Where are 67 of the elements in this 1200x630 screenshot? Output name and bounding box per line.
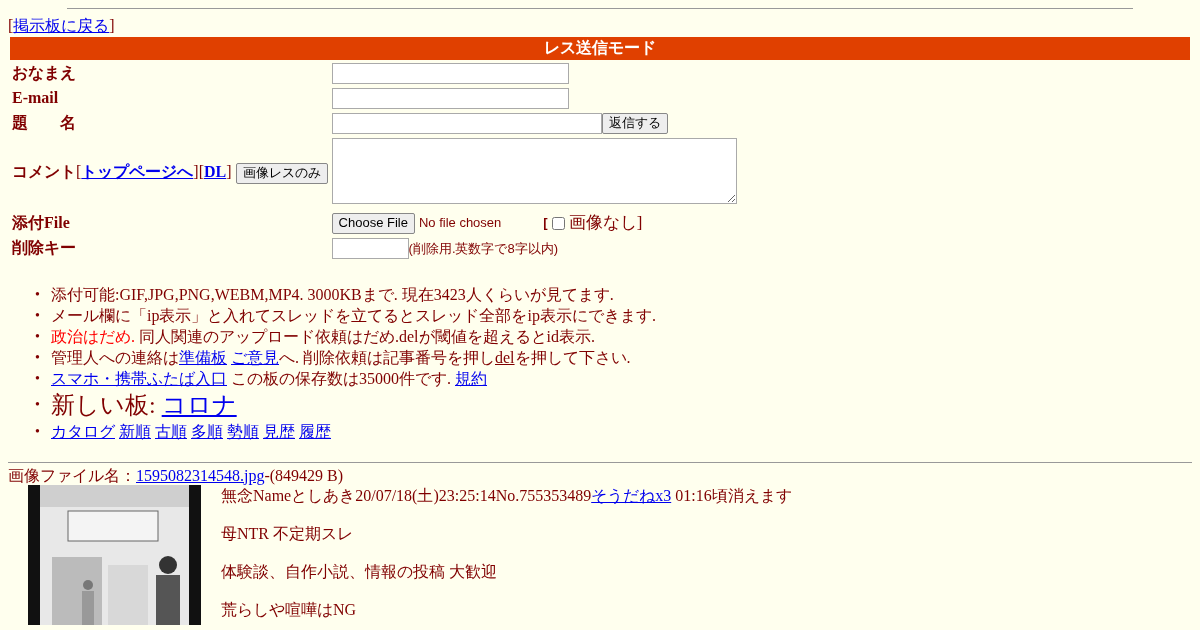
- link[interactable]: 新順: [119, 422, 151, 440]
- text-field[interactable]: [331, 87, 569, 109]
- comment-field[interactable]: [331, 138, 737, 205]
- link[interactable]: ご意見: [231, 348, 279, 366]
- bracket-text: [: [76, 162, 82, 180]
- notice-text: メール欄に「ip表示」と入れてスレッドを立てるとスレッド全部をip表示にできます.: [51, 306, 656, 324]
- notice-text: 添付可能:GIF,JPG,PNG,WEBM,MP4. 3000KBまで. 現在3423人くらいが見てます.: [51, 285, 614, 303]
- bracket-text: [: [8, 17, 14, 34]
- del-text: del: [495, 348, 515, 366]
- link[interactable]: スマホ・携帯ふたば入口: [51, 369, 227, 387]
- link[interactable]: 勢順: [227, 422, 259, 440]
- field-label: おなまえ: [12, 64, 76, 82]
- bullet-text: •: [35, 285, 41, 304]
- file-info-text: -(849429 B): [264, 466, 344, 484]
- link[interactable]: 見歴: [263, 422, 295, 440]
- field-label: E-mail: [12, 89, 59, 107]
- bracket-text: ]: [226, 162, 232, 180]
- link[interactable]: 多順: [191, 422, 223, 440]
- bracket-text: ]: [636, 213, 643, 233]
- field-label: 題 名: [12, 114, 76, 132]
- bullet-text: •: [35, 396, 41, 415]
- bullet-text: •: [35, 422, 41, 441]
- bracket-text: ]: [109, 17, 115, 34]
- field-label: コメント: [12, 162, 76, 180]
- hint-text: (削除用.英数字で8字以内): [408, 240, 559, 256]
- link[interactable]: 準備板: [179, 348, 227, 366]
- link[interactable]: コロナ: [161, 391, 237, 418]
- notice-text: 管理人への連絡は: [51, 348, 179, 366]
- form-title-bar: レス送信モード: [10, 37, 1190, 60]
- field-label: 添付File: [12, 213, 70, 231]
- no-image-checkbox[interactable]: [551, 216, 565, 230]
- delete-key-field[interactable]: [331, 237, 409, 259]
- link[interactable]: 履歴: [299, 422, 331, 440]
- file-info-text: 画像ファイル名：: [8, 466, 136, 484]
- link[interactable]: 規約: [455, 369, 487, 387]
- link[interactable]: 掲示板に戻る: [13, 17, 110, 34]
- bullet-text: •: [35, 306, 41, 325]
- text-field[interactable]: [331, 112, 602, 134]
- checkbox-label: 画像なし: [568, 213, 637, 233]
- post-header-text: 無念Nameとしあき20/07/18(土)23:25:14No.755353489: [221, 486, 592, 504]
- post-header-text: 01:16頃消えます: [674, 486, 792, 504]
- bracket-text: [: [543, 215, 548, 231]
- post-text: 体験談、自作小説、情報の投稿 大歓迎: [220, 561, 498, 582]
- image-only-button[interactable]: 画像レスのみ: [235, 162, 328, 184]
- bullet-text: •: [35, 327, 41, 346]
- link[interactable]: 古順: [155, 422, 187, 440]
- file-status-text: No file chosen: [418, 215, 502, 231]
- bracket-text: ][: [193, 162, 204, 180]
- link[interactable]: カタログ: [51, 422, 115, 440]
- bullet-text: •: [35, 348, 41, 367]
- choose-file-button[interactable]: Choose File: [331, 212, 415, 234]
- notice-text: へ. 削除依頼は記事番号を押し: [279, 348, 495, 366]
- link[interactable]: そうだねx3: [591, 486, 672, 504]
- link[interactable]: DL: [204, 162, 227, 180]
- notice-text: この板の保存数は35000件です.: [230, 369, 452, 387]
- notice-text: 新しい板:: [51, 391, 157, 418]
- field-label: 削除キー: [12, 238, 76, 256]
- link[interactable]: トップページへ: [81, 162, 194, 180]
- bullet-text: •: [35, 369, 41, 388]
- post-text: 母NTR 不定期スレ: [220, 523, 354, 544]
- post-text: 荒らしや喧嘩はNG: [220, 599, 358, 620]
- link[interactable]: 1595082314548.jpg: [136, 466, 265, 484]
- notice-text: を押して下さい.: [514, 348, 631, 366]
- notice-text: 政治はだめ.: [51, 327, 135, 345]
- text-field[interactable]: [331, 62, 569, 84]
- notice-text: 同人関連のアップロード依頼はだめ.delが閾値を超えるとid表示.: [138, 327, 595, 345]
- reply-button[interactable]: 返信する: [601, 113, 668, 135]
